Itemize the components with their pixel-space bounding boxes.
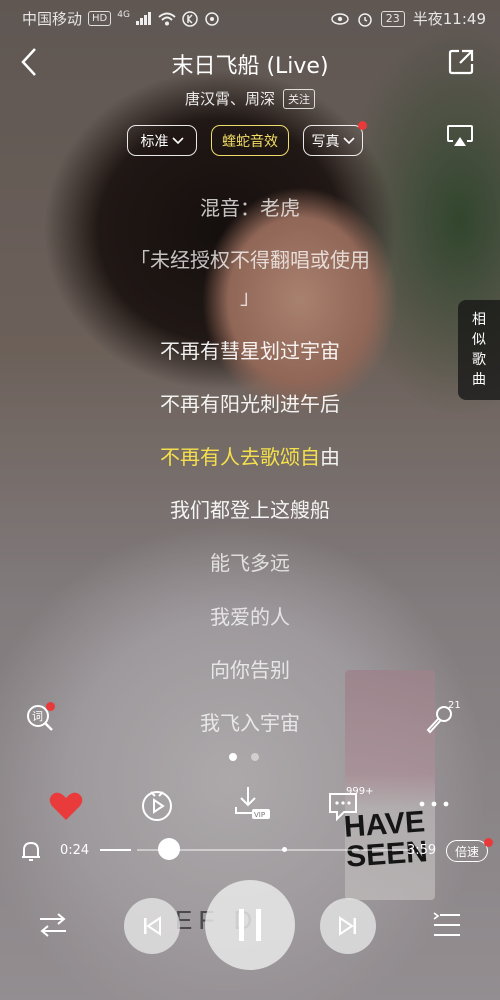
download-button[interactable]: VIP bbox=[228, 784, 272, 824]
play-pause-button[interactable] bbox=[205, 880, 295, 970]
signal-icon bbox=[135, 12, 151, 25]
chevron-down-icon bbox=[171, 136, 184, 144]
similar-label-char: 似 bbox=[472, 332, 486, 348]
photo-selector[interactable]: 写真 bbox=[303, 125, 363, 156]
shuffle-icon bbox=[40, 913, 66, 937]
k-app-icon bbox=[182, 10, 198, 27]
playlist-button[interactable] bbox=[430, 910, 464, 940]
lyric-line: 「未经授权不得翻唱或使用 bbox=[130, 248, 370, 272]
lyric-line: 我爱的人 bbox=[210, 605, 290, 629]
skip-previous-icon bbox=[144, 916, 161, 936]
carrier-name: 中国移动 bbox=[22, 10, 83, 28]
lyric-played-part: 不再有人去歌颂自 bbox=[160, 445, 320, 469]
mic-count-badge: 21 bbox=[448, 700, 461, 711]
similar-label-char: 曲 bbox=[472, 372, 486, 388]
follow-button[interactable]: 关注 bbox=[283, 88, 315, 109]
download-vip-icon: VIP bbox=[235, 787, 270, 819]
svg-text:VIP: VIP bbox=[254, 811, 265, 819]
hd-badge: HD bbox=[88, 11, 112, 26]
effect-label: 蝰蛇音效 bbox=[222, 133, 278, 150]
alarm-icon bbox=[358, 12, 372, 27]
similar-label-char: 歌 bbox=[472, 352, 486, 368]
elapsed-time: 0:24 bbox=[60, 843, 90, 858]
eye-icon bbox=[331, 12, 349, 25]
speed-button[interactable]: 倍速 bbox=[446, 840, 488, 862]
progress-fill bbox=[100, 849, 131, 851]
bell-icon bbox=[22, 841, 40, 861]
share-out-icon bbox=[448, 49, 474, 75]
pause-icon bbox=[239, 909, 261, 941]
lyric-line: 」 bbox=[240, 285, 260, 309]
lyric-line: 不再有彗星划过宇宙 bbox=[160, 339, 340, 363]
sleep-timer-button[interactable] bbox=[18, 838, 44, 864]
cast-button[interactable] bbox=[444, 122, 476, 150]
share-button[interactable] bbox=[445, 46, 477, 78]
more-dots-icon bbox=[419, 801, 449, 807]
notification-dot bbox=[484, 838, 493, 847]
playlist-icon bbox=[433, 912, 460, 936]
page-dot-active bbox=[229, 753, 237, 761]
lyric-line: 向你告别 bbox=[210, 658, 290, 682]
video-button[interactable] bbox=[138, 786, 176, 824]
lyric-line: 混音：老虎 bbox=[200, 196, 300, 220]
comment-count-badge: 999+ bbox=[346, 786, 374, 797]
lyric-remaining-part: 由 bbox=[320, 445, 340, 469]
previous-button[interactable] bbox=[124, 898, 180, 954]
svg-text:词: 词 bbox=[32, 710, 43, 723]
quality-selector[interactable]: 标准 bbox=[127, 125, 197, 156]
photo-label: 写真 bbox=[311, 133, 340, 150]
wifi-icon bbox=[158, 12, 176, 25]
next-button[interactable] bbox=[320, 898, 376, 954]
lyric-line: 我们都登上这艘船 bbox=[170, 498, 330, 522]
battery-level: 23 bbox=[380, 10, 405, 27]
airplay-icon bbox=[447, 125, 473, 146]
progress-handle[interactable] bbox=[158, 838, 180, 860]
status-bar: 中国移动 HD 4G 23 半夜11:49 bbox=[0, 0, 500, 34]
total-time: 3:59 bbox=[407, 843, 437, 858]
similar-songs-tab[interactable]: 相 似 歌 曲 bbox=[458, 300, 500, 400]
more-button[interactable] bbox=[416, 792, 452, 816]
lyric-line: 不再有阳光刺进午后 bbox=[160, 392, 340, 416]
sync-icon bbox=[205, 11, 219, 26]
page-indicator bbox=[229, 753, 259, 761]
artist-names[interactable]: 唐汉霄、周深 bbox=[185, 88, 275, 109]
network-type: 4G bbox=[117, 9, 130, 20]
notification-dot bbox=[358, 121, 367, 130]
buffer-marker bbox=[282, 847, 287, 852]
tv-play-icon bbox=[142, 791, 172, 821]
artist-row: 唐汉霄、周深 关注 bbox=[0, 88, 500, 109]
current-lyric-line: 不再有人去歌颂自由 bbox=[100, 444, 400, 470]
sound-effect-button[interactable]: 蝰蛇音效 bbox=[211, 125, 289, 156]
lyric-line: 我飞入宇宙 bbox=[200, 711, 300, 735]
like-button[interactable] bbox=[48, 788, 84, 824]
lyric-line: 能飞多远 bbox=[210, 551, 290, 575]
status-right: 23 半夜11:49 bbox=[331, 8, 486, 29]
page-dot bbox=[251, 753, 259, 761]
skip-next-icon bbox=[339, 916, 356, 936]
status-left: 中国移动 HD 4G bbox=[22, 8, 220, 29]
song-title: 末日飞船 (Live) bbox=[171, 54, 329, 79]
clock: 半夜11:49 bbox=[412, 10, 486, 28]
play-mode-button[interactable] bbox=[36, 910, 70, 940]
quality-label: 标准 bbox=[140, 133, 169, 150]
notification-dot bbox=[46, 702, 55, 711]
similar-label-char: 相 bbox=[472, 312, 486, 328]
heart-icon bbox=[49, 792, 83, 820]
chevron-down-icon bbox=[342, 136, 355, 144]
